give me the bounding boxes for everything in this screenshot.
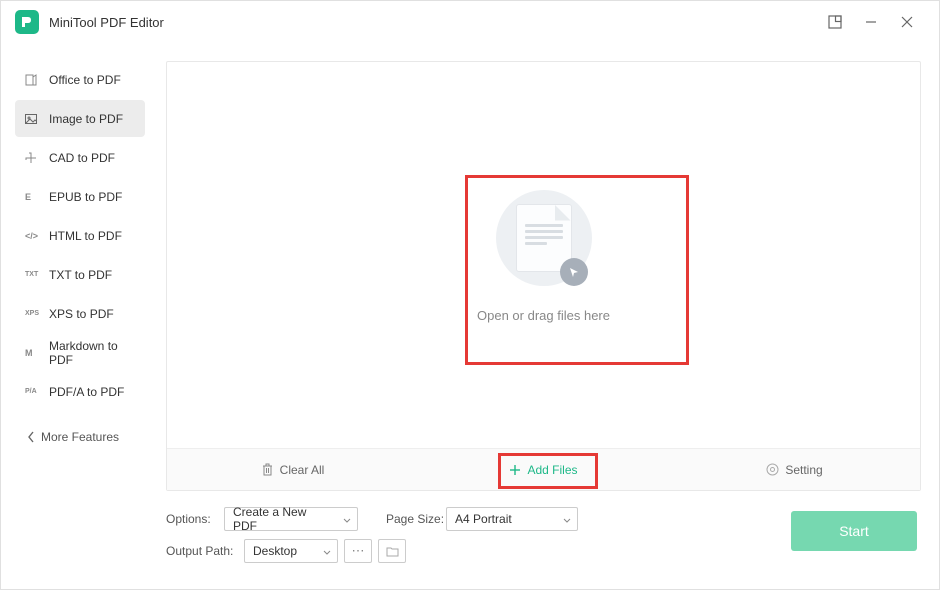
left-column: Office to PDF Image to PDF CAD to PDF E … <box>1 43 156 589</box>
app-title: MiniTool PDF Editor <box>49 15 817 30</box>
sidebar-item-html-to-pdf[interactable]: </> HTML to PDF <box>15 217 145 254</box>
page-size-value: A4 Portrait <box>455 512 512 526</box>
browse-folder-button[interactable] <box>378 539 406 563</box>
sidebar-item-label: Office to PDF <box>49 73 121 87</box>
image-icon <box>25 114 45 124</box>
minimize-button[interactable] <box>853 4 889 40</box>
options-area: Options: Create a New PDF Page Size: A4 … <box>166 491 921 571</box>
sidebar-item-txt-to-pdf[interactable]: TXT TXT to PDF <box>15 256 145 293</box>
chevron-down-icon <box>563 512 571 526</box>
more-features-button[interactable]: More Features <box>27 430 147 444</box>
office-icon <box>25 74 45 86</box>
app-logo <box>15 10 39 34</box>
pdfa-icon: P/A <box>25 388 45 395</box>
add-files-label: Add Files <box>527 463 577 477</box>
sidebar-item-pdfa-to-pdf[interactable]: P/A PDF/A to PDF <box>15 373 145 410</box>
sidebar-item-office-to-pdf[interactable]: Office to PDF <box>15 61 145 98</box>
page-size-label: Page Size: <box>386 512 446 526</box>
output-path-select[interactable]: Desktop <box>244 539 338 563</box>
gear-icon <box>766 463 779 476</box>
clear-all-label: Clear All <box>280 463 325 477</box>
sidebar-item-image-to-pdf[interactable]: Image to PDF <box>15 100 145 137</box>
clear-all-button[interactable]: Clear All <box>167 449 418 490</box>
action-row: Clear All Add Files Setting <box>167 448 920 490</box>
sidebar-item-label: XPS to PDF <box>49 307 114 321</box>
sidebar-item-label: EPUB to PDF <box>49 190 122 204</box>
options-select[interactable]: Create a New PDF <box>224 507 358 531</box>
txt-icon: TXT <box>25 271 45 278</box>
ellipsis-icon: ⋯ <box>352 543 365 559</box>
main: Office to PDF Image to PDF CAD to PDF E … <box>1 43 939 589</box>
drop-area[interactable]: Open or drag files here Clear All Add Fi… <box>166 61 921 491</box>
chevron-down-icon <box>323 544 331 558</box>
more-features-label: More Features <box>41 430 119 444</box>
setting-label: Setting <box>785 463 822 477</box>
add-files-button[interactable]: Add Files <box>418 449 669 490</box>
close-button[interactable] <box>889 4 925 40</box>
sidebar-item-label: HTML to PDF <box>49 229 122 243</box>
document-illustration <box>494 188 594 288</box>
chevron-left-icon <box>27 431 35 443</box>
sidebar-item-xps-to-pdf[interactable]: XPS XPS to PDF <box>15 295 145 332</box>
output-path-value: Desktop <box>253 544 297 558</box>
sidebar-item-cad-to-pdf[interactable]: CAD to PDF <box>15 139 145 176</box>
html-icon: </> <box>25 231 45 241</box>
output-path-label: Output Path: <box>166 544 244 558</box>
sidebar-item-epub-to-pdf[interactable]: E EPUB to PDF <box>15 178 145 215</box>
sidebar-item-markdown-to-pdf[interactable]: M Markdown to PDF <box>15 334 145 371</box>
cad-icon <box>25 152 45 164</box>
drop-inner: Open or drag files here <box>167 62 920 448</box>
page-size-select[interactable]: A4 Portrait <box>446 507 578 531</box>
content: Open or drag files here Clear All Add Fi… <box>156 43 939 589</box>
options-row: Options: Create a New PDF Page Size: A4 … <box>166 507 791 531</box>
square-icon[interactable] <box>817 4 853 40</box>
options-left: Options: Create a New PDF Page Size: A4 … <box>166 507 791 571</box>
start-button[interactable]: Start <box>791 511 917 551</box>
xps-icon: XPS <box>25 310 45 317</box>
sidebar-item-label: PDF/A to PDF <box>49 385 124 399</box>
more-options-button[interactable]: ⋯ <box>344 539 372 563</box>
sidebar-item-label: CAD to PDF <box>49 151 115 165</box>
markdown-icon: M <box>25 348 45 358</box>
drop-text: Open or drag files here <box>477 308 610 323</box>
trash-icon <box>261 463 274 476</box>
sidebar-item-label: TXT to PDF <box>49 268 112 282</box>
epub-icon: E <box>25 192 45 202</box>
start-label: Start <box>839 523 869 539</box>
sidebar-item-label: Image to PDF <box>49 112 123 126</box>
options-label: Options: <box>166 512 224 526</box>
titlebar: MiniTool PDF Editor <box>1 1 939 43</box>
sidebar-item-label: Markdown to PDF <box>49 339 145 367</box>
chevron-down-icon <box>343 512 351 526</box>
folder-icon <box>386 546 399 557</box>
cursor-icon <box>560 258 588 286</box>
output-path-row: Output Path: Desktop ⋯ <box>166 539 791 563</box>
setting-button[interactable]: Setting <box>669 449 920 490</box>
options-value: Create a New PDF <box>233 505 333 533</box>
sidebar: Office to PDF Image to PDF CAD to PDF E … <box>1 43 156 410</box>
plus-icon <box>509 464 521 476</box>
